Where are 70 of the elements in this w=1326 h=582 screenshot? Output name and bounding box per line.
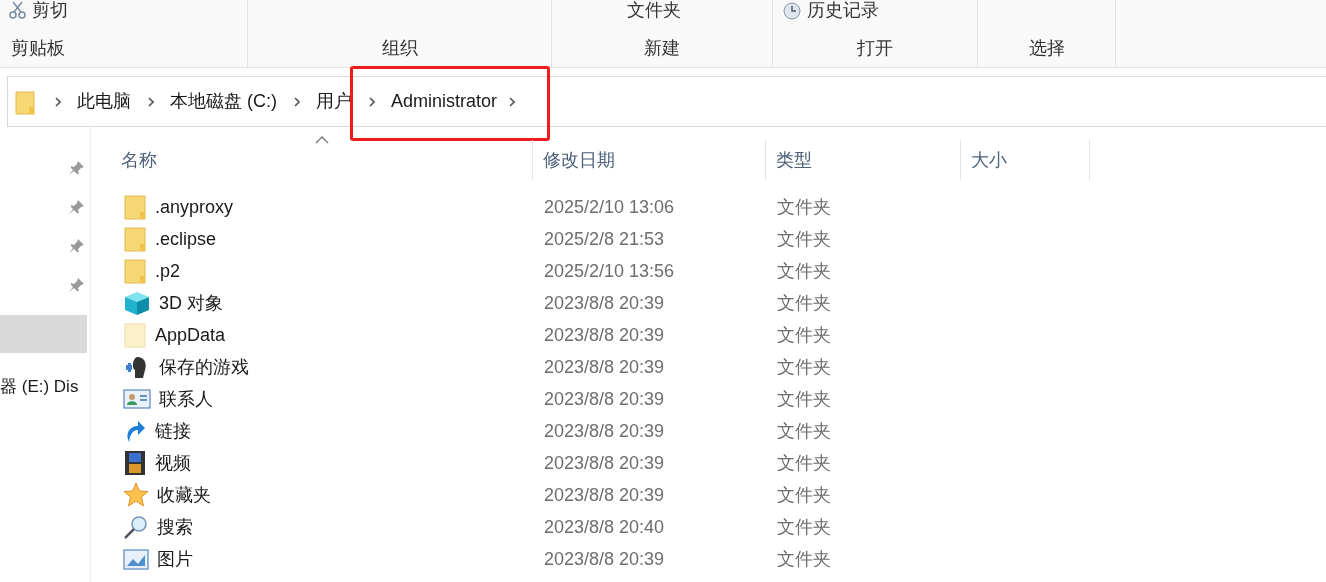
date-cell-text: 2023/8/8 20:39: [543, 291, 666, 315]
search-icon: [123, 514, 149, 540]
folder-icon: [14, 88, 36, 115]
date-cell-text: 2023/8/8 20:39: [543, 483, 666, 507]
type-cell-text: 文件夹: [776, 355, 832, 379]
file-name[interactable]: .p2: [155, 257, 181, 285]
file-name[interactable]: 收藏夹: [157, 481, 211, 509]
cube-icon: [123, 290, 151, 316]
picture-icon: [123, 547, 149, 571]
star-icon: [123, 482, 149, 508]
file-name[interactable]: AppData: [155, 321, 226, 349]
ribbon-button[interactable]: 剪切: [32, 0, 68, 21]
file-name[interactable]: 图片: [157, 545, 193, 573]
file-name[interactable]: 3D 对象: [159, 289, 223, 317]
column-header[interactable]: 修改日期: [533, 140, 766, 180]
ribbon-label[interactable]: 文件夹: [627, 0, 681, 21]
breadcrumb-item[interactable]: 此电脑: [68, 88, 137, 115]
date-cell-text: 2025/2/8 21:53: [543, 227, 666, 251]
file-name[interactable]: 保存的游戏: [159, 353, 249, 381]
file-name[interactable]: 链接: [155, 417, 191, 445]
date-cell-text: 2025/2/10 13:56: [543, 259, 676, 283]
file-name[interactable]: 联系人: [159, 385, 213, 413]
folder-icon: [123, 321, 147, 349]
chevron-icon: [369, 96, 375, 107]
breadcrumb-item[interactable]: 本地磁盘 (C:): [161, 88, 283, 115]
type-cell-text: 文件夹: [776, 259, 832, 283]
date-cell-text: 2023/8/8 20:39: [543, 451, 666, 475]
type-cell-text: 文件夹: [776, 291, 832, 315]
file-name[interactable]: 搜索: [157, 513, 193, 541]
file-name[interactable]: 视频: [155, 449, 191, 477]
column-header[interactable]: 大小: [961, 140, 1090, 180]
file-name[interactable]: .anyproxy: [155, 193, 234, 221]
column-header[interactable]: 名称: [111, 140, 533, 180]
date-cell-text: 2023/8/8 20:39: [543, 419, 666, 443]
folder-icon: [123, 193, 147, 221]
scissors-icon: [8, 0, 28, 20]
date-cell-text: 2023/8/8 20:39: [543, 323, 666, 347]
type-cell-text: 文件夹: [776, 195, 832, 219]
type-cell-text: 文件夹: [776, 451, 832, 475]
folder-icon: [123, 225, 147, 253]
group-label: 剪贴板: [10, 37, 66, 60]
nav-item[interactable]: [0, 315, 87, 353]
date-cell-text: 2023/8/8 20:40: [543, 515, 666, 539]
type-cell-text: 文件夹: [776, 547, 832, 571]
chevron-icon: [148, 96, 154, 107]
group-label: 选择: [1027, 37, 1066, 60]
file-name[interactable]: .eclipse: [155, 225, 217, 253]
type-cell-text: 文件夹: [776, 419, 832, 443]
ribbon-button[interactable]: 历史记录: [807, 0, 879, 21]
column-header[interactable]: 类型: [766, 140, 961, 180]
type-cell-text: 文件夹: [776, 323, 832, 347]
chevron-icon: [294, 96, 300, 107]
contact-card-icon: [123, 388, 151, 410]
group-label: 新建: [643, 37, 681, 60]
chevron-icon: [55, 96, 61, 107]
chevron-icon: [509, 96, 516, 107]
type-cell-text: 文件夹: [776, 515, 832, 539]
date-cell-text: 2023/8/8 20:39: [543, 387, 666, 411]
type-cell-text: 文件夹: [776, 483, 832, 507]
type-cell-text: 文件夹: [776, 227, 832, 251]
date-cell-text: 2025/2/10 13:06: [543, 195, 676, 219]
film-strip-icon: [123, 450, 147, 476]
group-label: 组织: [380, 37, 419, 60]
folder-icon: [123, 257, 147, 285]
breadcrumb-item[interactable]: Administrator: [382, 88, 504, 115]
type-cell-text: 文件夹: [776, 387, 832, 411]
group-label: 打开: [856, 37, 894, 60]
date-cell-text: 2023/8/8 20:39: [543, 547, 666, 571]
nav-item[interactable]: 器 (E:) Dis: [0, 367, 90, 406]
date-cell-text: 2023/8/8 20:39: [543, 355, 666, 379]
